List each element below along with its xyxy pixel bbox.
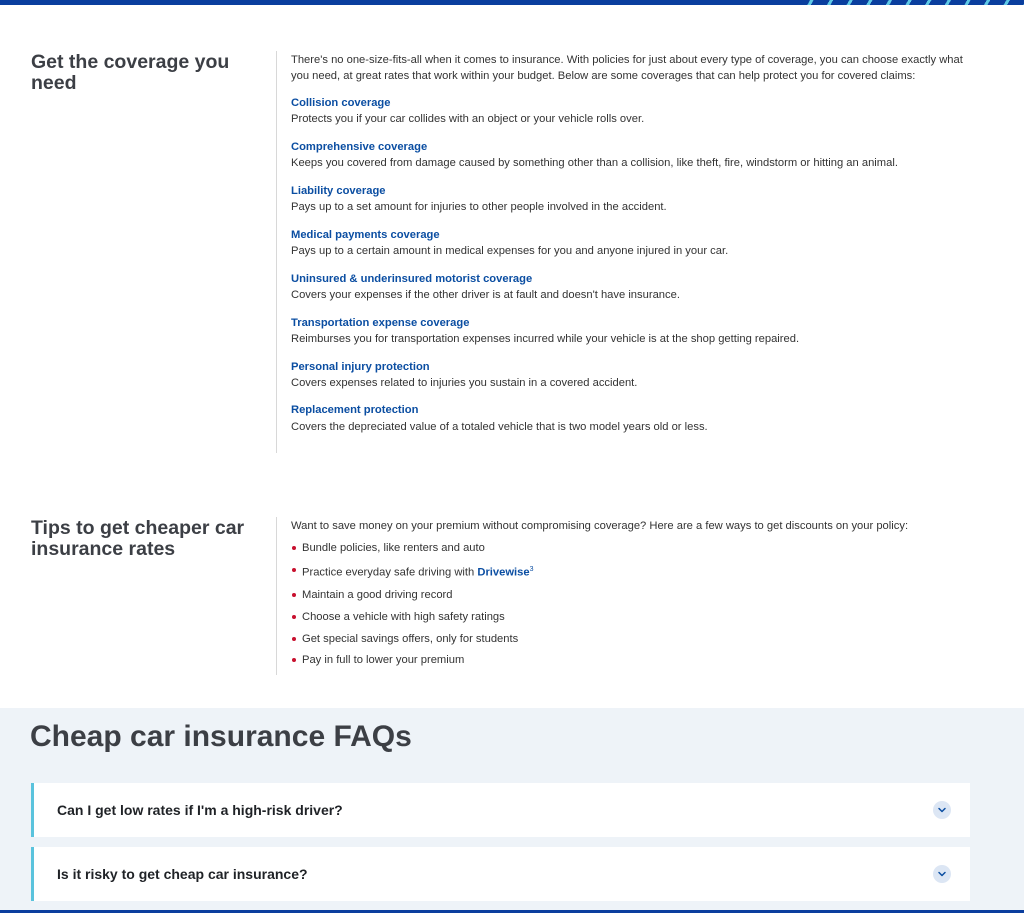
top-brand-bar xyxy=(0,0,1024,5)
coverage-item: Collision coverage Protects you if your … xyxy=(291,95,981,128)
coverage-desc: Covers the depreciated value of a totale… xyxy=(291,420,708,433)
coverage-item: Liability coverage Pays up to a set amou… xyxy=(291,183,981,216)
tips-section-title: Tips to get cheaper car insurance rates xyxy=(31,517,245,560)
coverage-divider xyxy=(276,51,277,453)
coverage-item: Uninsured & underinsured motorist covera… xyxy=(291,271,981,304)
faq-item-cheap-insurance-risk[interactable]: Is it risky to get cheap car insurance? xyxy=(31,847,970,901)
tip-item: Maintain a good driving record xyxy=(291,587,981,603)
chevron-down-icon[interactable] xyxy=(933,865,951,883)
tips-content: Want to save money on your premium witho… xyxy=(291,518,981,674)
coverage-desc: Pays up to a set amount for injuries to … xyxy=(291,200,667,213)
tip-item: Practice everyday safe driving with Driv… xyxy=(291,562,981,581)
uninsured-motorist-coverage-link[interactable]: Uninsured & underinsured motorist covera… xyxy=(291,271,981,287)
coverage-item: Personal injury protection Covers expens… xyxy=(291,359,981,392)
faq-item-high-risk-driver[interactable]: Can I get low rates if I'm a high-risk d… xyxy=(31,783,970,837)
coverage-desc: Protects you if your car collides with a… xyxy=(291,112,645,125)
coverage-item: Medical payments coverage Pays up to a c… xyxy=(291,227,981,260)
tips-divider xyxy=(276,517,277,675)
tip-item: Pay in full to lower your premium xyxy=(291,652,981,668)
tip-item: Choose a vehicle with high safety rating… xyxy=(291,609,981,625)
coverage-desc: Covers your expenses if the other driver… xyxy=(291,288,680,301)
coverage-desc: Pays up to a certain amount in medical e… xyxy=(291,244,729,257)
tip-item: Get special savings offers, only for stu… xyxy=(291,631,981,647)
brand-stripes xyxy=(794,0,1024,5)
coverage-item: Replacement protection Covers the deprec… xyxy=(291,402,981,435)
coverage-content: There's no one-size-fits-all when it com… xyxy=(291,52,981,446)
tips-intro: Want to save money on your premium witho… xyxy=(291,520,909,532)
replacement-protection-link[interactable]: Replacement protection xyxy=(291,402,981,418)
coverage-section-title: Get the coverage you need xyxy=(31,51,230,94)
faq-section: Cheap car insurance FAQs Can I get low r… xyxy=(0,708,1024,913)
footnote-marker[interactable]: 3 xyxy=(530,566,534,573)
faq-question: Can I get low rates if I'm a high-risk d… xyxy=(57,802,343,818)
transportation-expense-coverage-link[interactable]: Transportation expense coverage xyxy=(291,315,981,331)
liability-coverage-link[interactable]: Liability coverage xyxy=(291,183,981,199)
comprehensive-coverage-link[interactable]: Comprehensive coverage xyxy=(291,139,981,155)
collision-coverage-link[interactable]: Collision coverage xyxy=(291,95,981,111)
coverage-desc: Covers expenses related to injuries you … xyxy=(291,376,638,389)
tips-list: Bundle policies, like renters and auto P… xyxy=(291,540,981,668)
personal-injury-protection-link[interactable]: Personal injury protection xyxy=(291,359,981,375)
tip-item: Bundle policies, like renters and auto xyxy=(291,540,981,556)
chevron-down-icon[interactable] xyxy=(933,801,951,819)
coverage-item: Comprehensive coverage Keeps you covered… xyxy=(291,139,981,172)
coverage-item: Transportation expense coverage Reimburs… xyxy=(291,315,981,348)
faq-title: Cheap car insurance FAQs xyxy=(30,720,412,753)
drivewise-link[interactable]: Drivewise xyxy=(477,567,529,579)
coverage-desc: Reimburses you for transportation expens… xyxy=(291,332,800,345)
coverage-desc: Keeps you covered from damage caused by … xyxy=(291,156,898,169)
coverage-intro: There's no one-size-fits-all when it com… xyxy=(291,54,963,83)
medical-payments-coverage-link[interactable]: Medical payments coverage xyxy=(291,227,981,243)
tip-text: Practice everyday safe driving with xyxy=(302,566,478,579)
faq-question: Is it risky to get cheap car insurance? xyxy=(57,866,308,882)
